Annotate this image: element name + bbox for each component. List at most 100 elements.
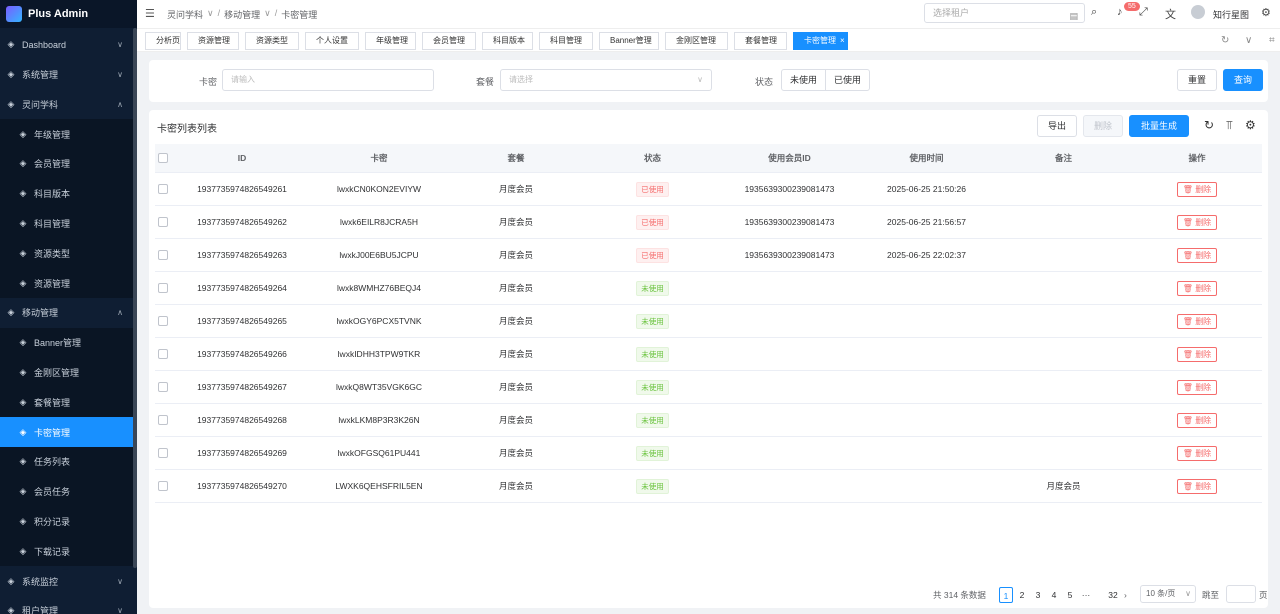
reset-button[interactable]: 重置 (1177, 69, 1217, 91)
col-member-id[interactable]: 使用会员ID (721, 144, 858, 172)
page-number[interactable]: 32 (1103, 587, 1123, 603)
tab-fullscreen-icon[interactable]: ⌗ (1269, 35, 1275, 46)
sidebar-item[interactable]: ◈ 资源管理 (0, 268, 133, 298)
sidebar-item[interactable]: ◈ 科目版本 (0, 178, 133, 209)
sidebar-item[interactable]: ◈ Banner管理 (0, 327, 133, 358)
status-option-used[interactable]: 已使用 (825, 70, 869, 90)
batch-generate-button[interactable]: 批量生成 (1129, 115, 1189, 137)
sidebar-item[interactable]: ◈ 卡密管理 (0, 417, 133, 447)
delete-row-button[interactable]: 🗑 删除 (1176, 313, 1218, 329)
sidebar-item[interactable]: ◈ 金刚区管理 (0, 357, 133, 388)
page-number[interactable]: ··· (1079, 587, 1093, 603)
col-package[interactable]: 套餐 (448, 144, 584, 172)
tenant-select[interactable]: 选择租户 ▤ (924, 3, 1085, 23)
sidebar-item[interactable]: ◈ 资源类型 (0, 238, 133, 269)
delete-row-button[interactable]: 🗑 删除 (1176, 214, 1218, 230)
column-settings-icon[interactable]: ⚙ (1245, 118, 1256, 132)
sidebar-item[interactable]: ◈ 套餐管理 (0, 387, 133, 418)
goto-page-input[interactable] (1226, 585, 1256, 603)
row-checkbox[interactable] (158, 415, 168, 425)
row-checkbox[interactable] (158, 184, 168, 194)
page-size-select[interactable]: 10 条/页 ∨ (1140, 585, 1196, 603)
row-checkbox[interactable] (158, 316, 168, 326)
col-code[interactable]: 卡密 (310, 144, 448, 172)
tab-item[interactable]: 科目版本 (482, 32, 533, 50)
tab-item[interactable]: 金刚区管理 (665, 32, 728, 50)
col-status[interactable]: 状态 (584, 144, 721, 172)
row-checkbox[interactable] (158, 448, 168, 458)
sidebar-item[interactable]: ◈ 科目管理 (0, 208, 133, 239)
status-option-unused[interactable]: 未使用 (782, 70, 825, 90)
tab-item[interactable]: 科目管理 (539, 32, 593, 50)
next-page-icon[interactable]: › (1124, 587, 1127, 603)
breadcrumb-item[interactable]: 移动管理 (224, 8, 260, 21)
row-checkbox[interactable] (158, 250, 168, 260)
sidebar-scrollbar[interactable] (133, 28, 137, 568)
row-checkbox[interactable] (158, 481, 168, 491)
delete-selected-button[interactable]: 删除 (1083, 115, 1123, 137)
sidebar-item[interactable]: ◈ 灵问学科 ∧ (0, 89, 133, 119)
refresh-icon[interactable]: ↻ (1204, 118, 1214, 132)
delete-row-button[interactable]: 🗑 删除 (1176, 346, 1218, 362)
bell-icon[interactable]: ♪ (1117, 6, 1123, 18)
delete-row-button[interactable]: 🗑 删除 (1176, 280, 1218, 296)
breadcrumb-item[interactable]: 灵问学科 (167, 8, 203, 21)
sidebar-item[interactable]: ◈ 年级管理 (0, 119, 133, 149)
refresh-tab-icon[interactable]: ↻ (1221, 35, 1229, 46)
select-all-checkbox[interactable] (158, 153, 168, 163)
col-note[interactable]: 备注 (995, 144, 1132, 172)
username[interactable]: 知行星图 (1213, 8, 1249, 21)
row-checkbox[interactable] (158, 382, 168, 392)
sidebar-item[interactable]: ◈ 会员任务 (0, 476, 133, 507)
delete-row-button[interactable]: 🗑 删除 (1176, 379, 1218, 395)
actions-cell: 🗑 删除 (1132, 338, 1262, 370)
search-icon[interactable]: ⌕ (1091, 6, 1097, 19)
page-number[interactable]: 2 (1015, 587, 1029, 603)
fullscreen-icon[interactable]: ⤢ (1139, 6, 1148, 19)
card-input[interactable]: 请输入 (222, 69, 434, 91)
tab-item[interactable]: Banner管理 (599, 32, 659, 50)
column-height-icon[interactable]: ⫪ (1226, 118, 1233, 133)
col-id[interactable]: ID (174, 144, 310, 172)
sidebar-item[interactable]: ◈ 任务列表 (0, 447, 133, 477)
tab-item[interactable]: 卡密管理 × (793, 32, 848, 50)
page-number[interactable]: 3 (1031, 587, 1045, 603)
delete-row-button[interactable]: 🗑 删除 (1176, 412, 1218, 428)
settings-icon[interactable]: ⚙ (1261, 6, 1271, 19)
tab-dropdown-icon[interactable]: ∨ (1245, 35, 1252, 46)
tab-item[interactable]: 资源管理 (187, 32, 239, 50)
search-button[interactable]: 查询 (1223, 69, 1263, 91)
tab-item[interactable]: 个人设置 (305, 32, 359, 50)
tab-item[interactable]: 套餐管理 (734, 32, 787, 50)
menu-toggle-icon[interactable]: ☰ (145, 9, 155, 20)
translate-icon[interactable]: 文 (1165, 6, 1176, 22)
app-logo[interactable]: Plus Admin (0, 0, 137, 28)
delete-row-button[interactable]: 🗑 删除 (1176, 181, 1218, 197)
tab-item[interactable]: 年级管理 (365, 32, 416, 50)
sidebar-item[interactable]: ◈ 积分记录 (0, 506, 133, 537)
page-number[interactable]: 5 (1063, 587, 1077, 603)
sidebar-item[interactable]: ◈ 系统管理 ∨ (0, 60, 133, 90)
sidebar-item[interactable]: ◈ Dashboard ∨ (0, 30, 133, 60)
sidebar-item[interactable]: ◈ 租户管理 ∨ (0, 596, 133, 614)
delete-row-button[interactable]: 🗑 删除 (1176, 247, 1218, 263)
sidebar-item[interactable]: ◈ 会员管理 (0, 149, 133, 179)
sidebar-item[interactable]: ◈ 系统监控 ∨ (0, 566, 133, 596)
export-button[interactable]: 导出 (1037, 115, 1077, 137)
tab-item[interactable]: 资源类型 (245, 32, 299, 50)
sidebar-item[interactable]: ◈ 移动管理 ∧ (0, 298, 133, 328)
delete-row-button[interactable]: 🗑 删除 (1176, 445, 1218, 461)
avatar[interactable] (1191, 5, 1205, 19)
col-use-time[interactable]: 使用时间 (858, 144, 995, 172)
page-number[interactable]: 4 (1047, 587, 1061, 603)
row-checkbox[interactable] (158, 349, 168, 359)
tab-item[interactable]: 会员管理 (422, 32, 476, 50)
row-checkbox[interactable] (158, 217, 168, 227)
tab-item[interactable]: 分析页 (145, 32, 181, 50)
row-checkbox[interactable] (158, 283, 168, 293)
delete-row-button[interactable]: 🗑 删除 (1176, 478, 1218, 494)
page-number[interactable]: 1 (999, 587, 1013, 603)
package-select[interactable]: 请选择 ∨ (500, 69, 712, 91)
close-tab-icon[interactable]: × (840, 36, 845, 45)
sidebar-item[interactable]: ◈ 下载记录 (0, 536, 133, 567)
